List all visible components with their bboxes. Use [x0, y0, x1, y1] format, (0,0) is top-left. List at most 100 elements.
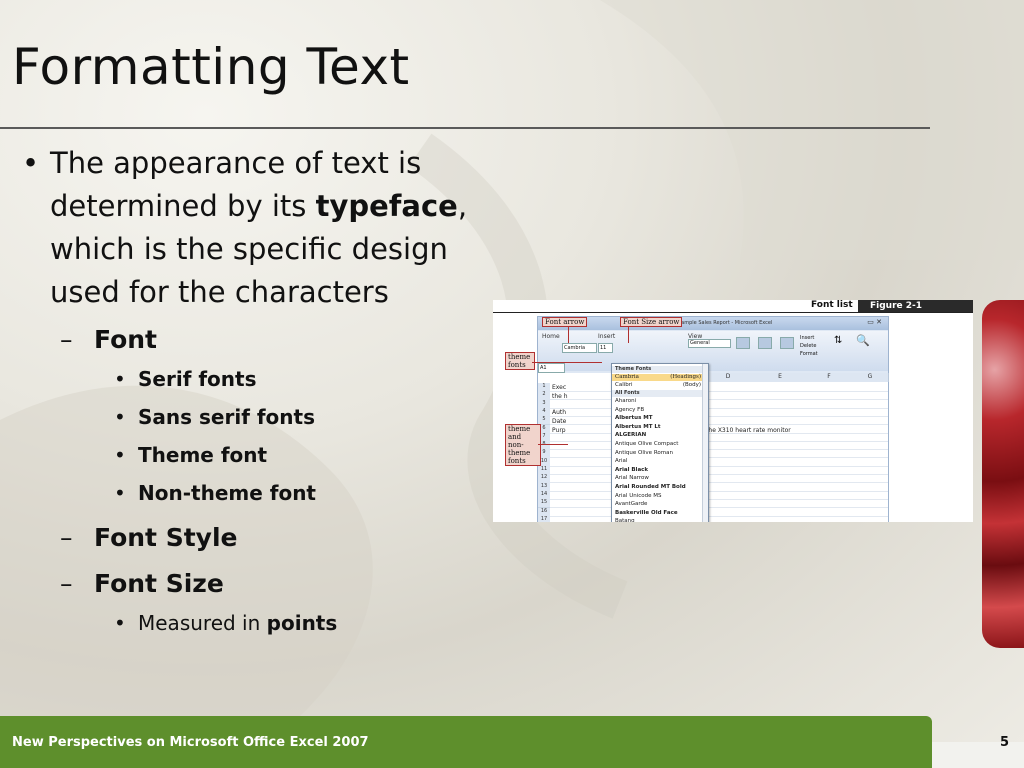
- ribbon-tab-insert[interactable]: Insert: [598, 333, 615, 340]
- col-header[interactable]: D: [702, 373, 755, 382]
- grid-line: [550, 515, 888, 517]
- bullet-typeface: • The appearance of text is determined by…: [22, 142, 482, 314]
- font-option[interactable]: Baskerville Old Face: [615, 510, 703, 516]
- grid-line: [550, 407, 888, 409]
- grid-line: [550, 482, 888, 484]
- excel-title-bar: Sample Sales Report - Microsoft Excel ▭ …: [538, 317, 888, 330]
- cell-snippet: Exec: [552, 384, 567, 391]
- ribbon: Home Insert View Cambria 11 General Inse…: [538, 331, 888, 371]
- col-header[interactable]: F: [806, 373, 853, 382]
- font-option[interactable]: ALGERIAN: [615, 432, 703, 438]
- font-name-box[interactable]: Cambria: [562, 343, 597, 353]
- measured-bold: points: [266, 611, 338, 635]
- find-select-icon[interactable]: 🔍: [856, 334, 870, 347]
- footer-strip: [932, 742, 1024, 768]
- measured-pre: Measured in: [138, 611, 267, 635]
- font-option[interactable]: Antique Olive Compact: [615, 441, 703, 447]
- font-item: • Non-theme font: [114, 481, 316, 505]
- cell-snippet: Date: [552, 418, 567, 425]
- excel-font-list-figure: Font list Figure 2-1 Sample Sales Report…: [493, 300, 973, 522]
- insert-cells-label[interactable]: Insert: [800, 335, 814, 341]
- font-item: • Sans serif fonts: [114, 405, 316, 429]
- subbullet-font-size: – Font Size: [60, 569, 224, 598]
- delete-cells-label[interactable]: Delete: [800, 343, 816, 349]
- col-header[interactable]: E: [754, 373, 807, 382]
- row-header[interactable]: 17: [538, 515, 550, 522]
- font-item-non-theme: Non-theme font: [138, 481, 316, 505]
- format-cells-label[interactable]: Format: [800, 351, 818, 357]
- decorative-flower-image: [982, 300, 1024, 648]
- font-option[interactable]: Aharoni: [615, 398, 703, 404]
- page-number: 5: [1000, 735, 1010, 750]
- font-option[interactable]: Arial Rounded MT Bold: [615, 484, 703, 490]
- measured-item: • Measured in points: [114, 611, 338, 635]
- grid-line: [550, 465, 888, 467]
- cell-snippet: the h: [552, 393, 568, 400]
- callout-font-size-arrow: Font Size arrow: [620, 317, 683, 327]
- grid-line: [550, 490, 888, 492]
- grid-line: [550, 449, 888, 451]
- font-list-scrollbar[interactable]: [702, 364, 708, 522]
- footer-text: New Perspectives on Microsoft Office Exc…: [12, 735, 369, 750]
- font-option[interactable]: Albertus MT Lt: [615, 424, 703, 430]
- font-option[interactable]: Albertus MT: [615, 415, 703, 421]
- callout-theme-fonts: theme fonts: [505, 352, 535, 370]
- font-option[interactable]: AvantGarde: [615, 501, 703, 507]
- cell-styles-icon[interactable]: [780, 337, 794, 349]
- font-item-theme: Theme font: [138, 443, 268, 467]
- col-header[interactable]: G: [852, 373, 889, 382]
- theme-fonts-section: Theme Fonts: [612, 366, 706, 373]
- grid-line: [550, 399, 888, 401]
- font-option[interactable]: Arial Narrow: [615, 475, 703, 481]
- name-box[interactable]: A1: [538, 363, 565, 373]
- figure-label: Font list: [811, 300, 853, 310]
- font-heading: Font: [94, 325, 157, 354]
- grid-line: [550, 415, 888, 417]
- sort-filter-icon[interactable]: ⇅: [834, 335, 842, 346]
- subbullet-font-style: – Font Style: [60, 523, 238, 552]
- font-size-heading: Font Size: [94, 569, 224, 598]
- font-item: • Serif fonts: [114, 367, 257, 391]
- callout-font-arrow: Font arrow: [542, 317, 588, 327]
- window-controls-icon[interactable]: ▭ ✕: [867, 318, 882, 326]
- subbullet-font: – Font: [60, 325, 157, 354]
- worksheet-grid[interactable]: A1 C D E F G 1234567891011121314151617 E…: [538, 363, 889, 522]
- bullet-dot: •: [22, 146, 40, 180]
- font-list-dropdown[interactable]: Theme Fonts Cambria (Headings) Calibri (Bo…: [611, 363, 709, 522]
- grid-line: [550, 474, 888, 475]
- font-option[interactable]: Batang: [615, 518, 703, 522]
- slide-title: Formatting Text: [12, 38, 410, 96]
- cell-snippet: Auth: [552, 409, 567, 416]
- ribbon-tab-home[interactable]: Home: [542, 333, 560, 340]
- title-divider: [0, 127, 930, 129]
- grid-line: [550, 457, 888, 459]
- grid-line: [550, 424, 888, 426]
- grid-line: [550, 440, 888, 442]
- font-item-sans-serif: Sans serif fonts: [138, 405, 316, 429]
- font-item: • Theme font: [114, 443, 268, 467]
- figure-header: Font list Figure 2-1: [493, 300, 973, 313]
- font-option[interactable]: Arial: [615, 458, 703, 464]
- number-format-box[interactable]: General: [688, 339, 731, 348]
- font-option-theme[interactable]: Calibri (Body): [615, 382, 703, 388]
- conditional-formatting-icon[interactable]: [736, 337, 750, 349]
- grid-line: [550, 391, 888, 392]
- cell-snippet: Purp: [552, 427, 566, 434]
- font-option-theme[interactable]: Cambria (Headings): [615, 374, 703, 380]
- font-option[interactable]: Arial Black: [615, 467, 703, 473]
- font-option[interactable]: Antique Olive Roman: [615, 450, 703, 456]
- font-option[interactable]: Arial Unicode MS: [615, 493, 703, 499]
- callout-non-theme-fonts: theme and non-theme fonts: [505, 424, 541, 466]
- font-size-box[interactable]: 11: [598, 343, 613, 353]
- grid-line: [550, 507, 888, 509]
- callout-line: [538, 444, 568, 445]
- font-option[interactable]: Agency FB: [615, 407, 703, 413]
- bullet-typeface-bold: typeface: [315, 189, 458, 223]
- figure-number: Figure 2-1: [858, 300, 973, 312]
- callout-line: [568, 327, 569, 343]
- slide-content: • The appearance of text is determined by…: [22, 142, 482, 642]
- window-title: Sample Sales Report - Microsoft Excel: [678, 320, 773, 326]
- font-item-serif: Serif fonts: [138, 367, 257, 391]
- callout-line: [532, 362, 602, 363]
- format-as-table-icon[interactable]: [758, 337, 772, 349]
